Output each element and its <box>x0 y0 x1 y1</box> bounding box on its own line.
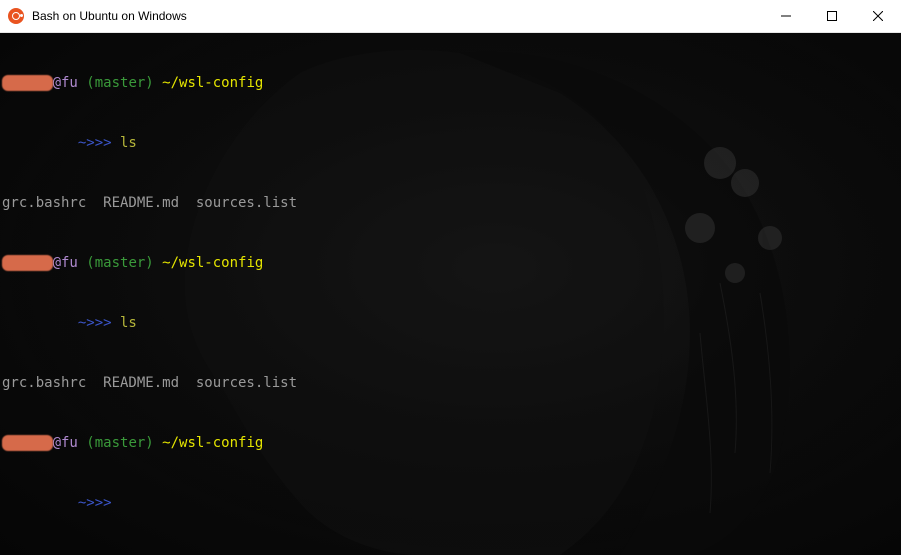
command-output: grc.bashrc README.md sources.list <box>2 375 298 391</box>
input-line: ~>>> ls <box>2 133 297 153</box>
git-branch: (master) <box>77 255 154 271</box>
command-text: ls <box>111 135 137 151</box>
ubuntu-icon[interactable] <box>8 8 24 24</box>
close-icon <box>873 11 883 21</box>
username-redacted: fujing <box>2 435 53 451</box>
maximize-icon <box>827 11 837 21</box>
host-at: @fu <box>52 75 78 91</box>
terminal-area[interactable]: fujing@fu (master) ~/wsl-config ~>>> ls … <box>0 33 901 555</box>
git-branch: (master) <box>77 435 154 451</box>
terminal-output: fujing@fu (master) ~/wsl-config ~>>> ls … <box>2 33 297 553</box>
maximize-button[interactable] <box>809 0 855 32</box>
prompt-arrow: ~>>> <box>77 135 112 151</box>
input-line: ~>>> ls <box>2 313 297 333</box>
window-title: Bash on Ubuntu on Windows <box>32 9 187 23</box>
current-path: ~/wsl-config <box>153 255 264 271</box>
output-line: grc.bashrc README.md sources.list <box>2 193 297 213</box>
git-branch: (master) <box>77 75 154 91</box>
prompt-arrow: ~>>> <box>77 495 112 511</box>
input-line-active[interactable]: ~>>> <box>2 493 297 513</box>
minimize-button[interactable] <box>763 0 809 32</box>
current-path: ~/wsl-config <box>153 75 264 91</box>
window-controls <box>763 0 901 32</box>
username-redacted: fujing <box>2 75 53 91</box>
prompt-line: fujing@fu (master) ~/wsl-config <box>2 433 297 453</box>
prompt-arrow: ~>>> <box>77 315 112 331</box>
terminal-window: Bash on Ubuntu on Windows @fu (master) ~… <box>0 0 901 555</box>
minimize-icon <box>781 15 791 17</box>
command-output: grc.bashrc README.md sources.list <box>2 195 298 211</box>
title-bar[interactable]: Bash on Ubuntu on Windows <box>0 0 901 33</box>
output-line: grc.bashrc README.md sources.list <box>2 373 297 393</box>
close-button[interactable] <box>855 0 901 32</box>
prompt-line: fujing@fu (master) ~/wsl-config <box>2 73 297 93</box>
command-text: ls <box>111 315 137 331</box>
prompt-line: fujing@fu (master) ~/wsl-config <box>2 253 297 273</box>
username-redacted: fujing <box>2 255 53 271</box>
current-path: ~/wsl-config <box>153 435 264 451</box>
host-at: @fu <box>52 255 78 271</box>
host-at: @fu <box>52 435 78 451</box>
